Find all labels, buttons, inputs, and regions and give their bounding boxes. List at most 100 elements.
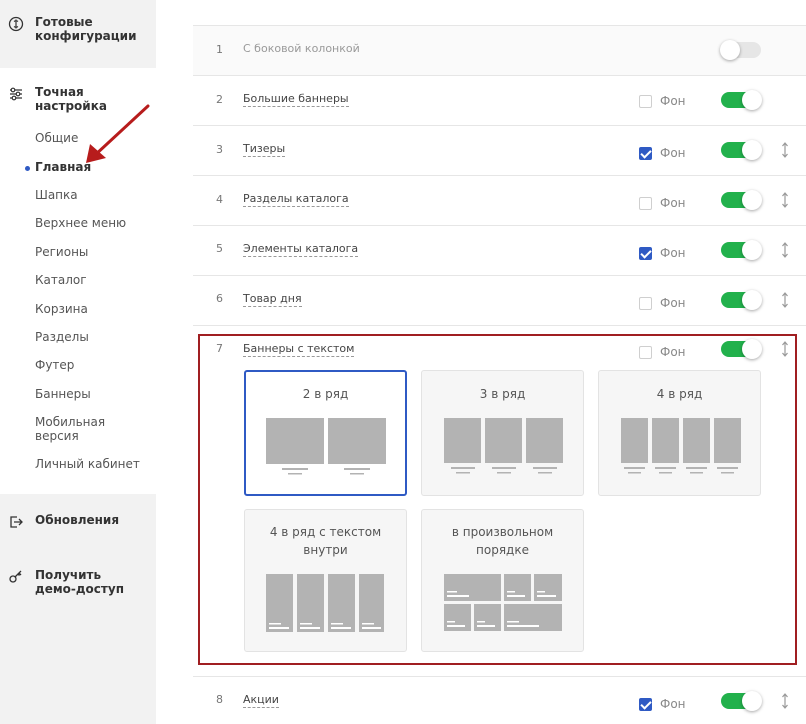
row-title[interactable]: Товар дня (243, 292, 302, 307)
sidebar-item-cart[interactable]: Корзина (35, 302, 88, 316)
sidebar-item-general[interactable]: Общие (35, 131, 78, 145)
background-option[interactable]: Фон (639, 345, 686, 359)
row-number: 8 (216, 693, 223, 706)
sliders-icon (10, 87, 22, 101)
layout-label: 2 в ряд (302, 387, 349, 401)
sidebar-item-top-menu[interactable]: Верхнее меню (35, 216, 126, 230)
layout-preview-icon (621, 418, 741, 474)
key-icon (9, 570, 22, 583)
sidebar-item-catalog[interactable]: Каталог (35, 273, 87, 287)
layout-option-4-per-row[interactable]: 4 в ряд (598, 370, 761, 496)
background-option[interactable]: Фон (639, 196, 686, 210)
updates-icon (10, 516, 23, 528)
sidebar-item-mobile[interactable]: Мобильная версия (35, 415, 115, 443)
block-row-8: 8 Акции Фон (193, 677, 806, 724)
row-toggle[interactable] (721, 90, 762, 110)
row-number: 5 (216, 242, 223, 255)
toggle-knob (742, 140, 762, 160)
ready-configs-label: Готовые конфигурации (35, 15, 137, 43)
layout-label: 3 в ряд (479, 387, 526, 401)
sidebar-item-account[interactable]: Личный кабинет (35, 457, 140, 471)
row-toggle[interactable] (721, 190, 762, 210)
background-checkbox[interactable] (639, 697, 652, 711)
toggle-knob (742, 290, 762, 310)
drag-handle-icon[interactable] (781, 142, 789, 158)
row-toggle[interactable] (721, 240, 762, 260)
layout-label: 4 в ряд с текстом (269, 525, 382, 539)
layout-option-custom-order[interactable]: в произвольном порядке (421, 509, 584, 652)
row-number: 7 (216, 342, 223, 355)
row-toggle[interactable] (721, 290, 762, 310)
row-title[interactable]: Акции (243, 693, 279, 708)
background-label: Фон (660, 196, 686, 210)
sidebar-item-banners[interactable]: Баннеры (35, 387, 91, 401)
row-toggle[interactable] (721, 339, 762, 359)
background-option[interactable]: Фон (639, 146, 686, 160)
sidebar-item-header[interactable]: Шапка (35, 188, 78, 202)
block-row-5: 5 Элементы каталога Фон (193, 226, 806, 276)
background-option[interactable]: Фон (639, 246, 686, 260)
block-row-4: 4 Разделы каталога Фон (193, 176, 806, 226)
row-title[interactable]: Большие баннеры (243, 92, 349, 107)
background-checkbox[interactable] (639, 146, 652, 160)
row-number: 1 (216, 43, 223, 56)
drag-handle-icon[interactable] (781, 242, 789, 258)
row-number: 2 (216, 93, 223, 106)
layout-option-3-per-row[interactable]: 3 в ряд (421, 370, 584, 496)
row-toggle[interactable] (721, 140, 762, 160)
row-toggle[interactable] (721, 691, 762, 711)
row-title[interactable]: Баннеры с текстом (243, 342, 355, 357)
drag-handle-icon[interactable] (781, 292, 789, 308)
sidebar-item-footer[interactable]: Футер (35, 358, 74, 372)
background-checkbox[interactable] (639, 94, 652, 108)
block-row-2: 2 Большие баннеры Фон (193, 76, 806, 126)
row-title[interactable]: Элементы каталога (243, 242, 359, 257)
background-option[interactable]: Фон (639, 296, 686, 310)
drag-handle-icon[interactable] (781, 693, 789, 709)
annotation-arrow-icon (86, 104, 150, 163)
layout-option-2-per-row[interactable]: 2 в ряд (244, 370, 407, 496)
layout-label: 4 в ряд (656, 387, 703, 401)
active-dot (25, 166, 30, 171)
sidebar-ready-configs[interactable]: Готовые конфигурации (0, 15, 156, 43)
row-title[interactable]: Тизеры (243, 142, 286, 157)
layout-preview-icon (444, 574, 562, 631)
background-checkbox[interactable] (639, 196, 652, 210)
background-checkbox[interactable] (639, 246, 652, 260)
block-row-3: 3 Тизеры Фон (193, 126, 806, 176)
layout-label: в произвольном (451, 525, 554, 539)
sidebar-demo[interactable]: Получить демо-доступ (0, 568, 156, 596)
background-label: Фон (660, 146, 686, 160)
toggle-knob (742, 339, 762, 359)
background-label: Фон (660, 246, 686, 260)
background-label: Фон (660, 296, 686, 310)
demo-label: Получить демо-доступ (35, 568, 124, 596)
row-number: 3 (216, 143, 223, 156)
toggle-knob (742, 691, 762, 711)
background-checkbox[interactable] (639, 296, 652, 310)
block-row-1: 1 С боковой колонкой (193, 26, 806, 76)
layout-label: порядке (476, 543, 529, 557)
row-title[interactable]: Разделы каталога (243, 192, 349, 207)
block-row-6: 6 Товар дня Фон (193, 276, 806, 326)
background-checkbox[interactable] (639, 345, 652, 359)
background-option[interactable]: Фон (639, 697, 686, 711)
layout-option-4-with-text-inside[interactable]: 4 в ряд с текстом внутри (244, 509, 407, 652)
toggle-knob (742, 90, 762, 110)
row-number: 4 (216, 193, 223, 206)
drag-handle-icon[interactable] (781, 192, 789, 208)
layout-label: внутри (303, 543, 348, 557)
layout-preview-icon (266, 574, 384, 632)
toggle-knob (742, 190, 762, 210)
sidebar-item-sections[interactable]: Разделы (35, 330, 89, 344)
row-toggle[interactable] (720, 40, 761, 60)
sidebar-item-regions[interactable]: Регионы (35, 245, 88, 259)
toggle-knob (742, 240, 762, 260)
background-label: Фон (660, 697, 686, 711)
drag-handle-icon[interactable] (781, 341, 789, 357)
background-label: Фон (660, 345, 686, 359)
layout-preview-icon (266, 418, 386, 475)
background-option[interactable]: Фон (639, 94, 686, 108)
ready-config-icon (8, 16, 24, 32)
sidebar-updates[interactable]: Обновления (0, 513, 156, 530)
